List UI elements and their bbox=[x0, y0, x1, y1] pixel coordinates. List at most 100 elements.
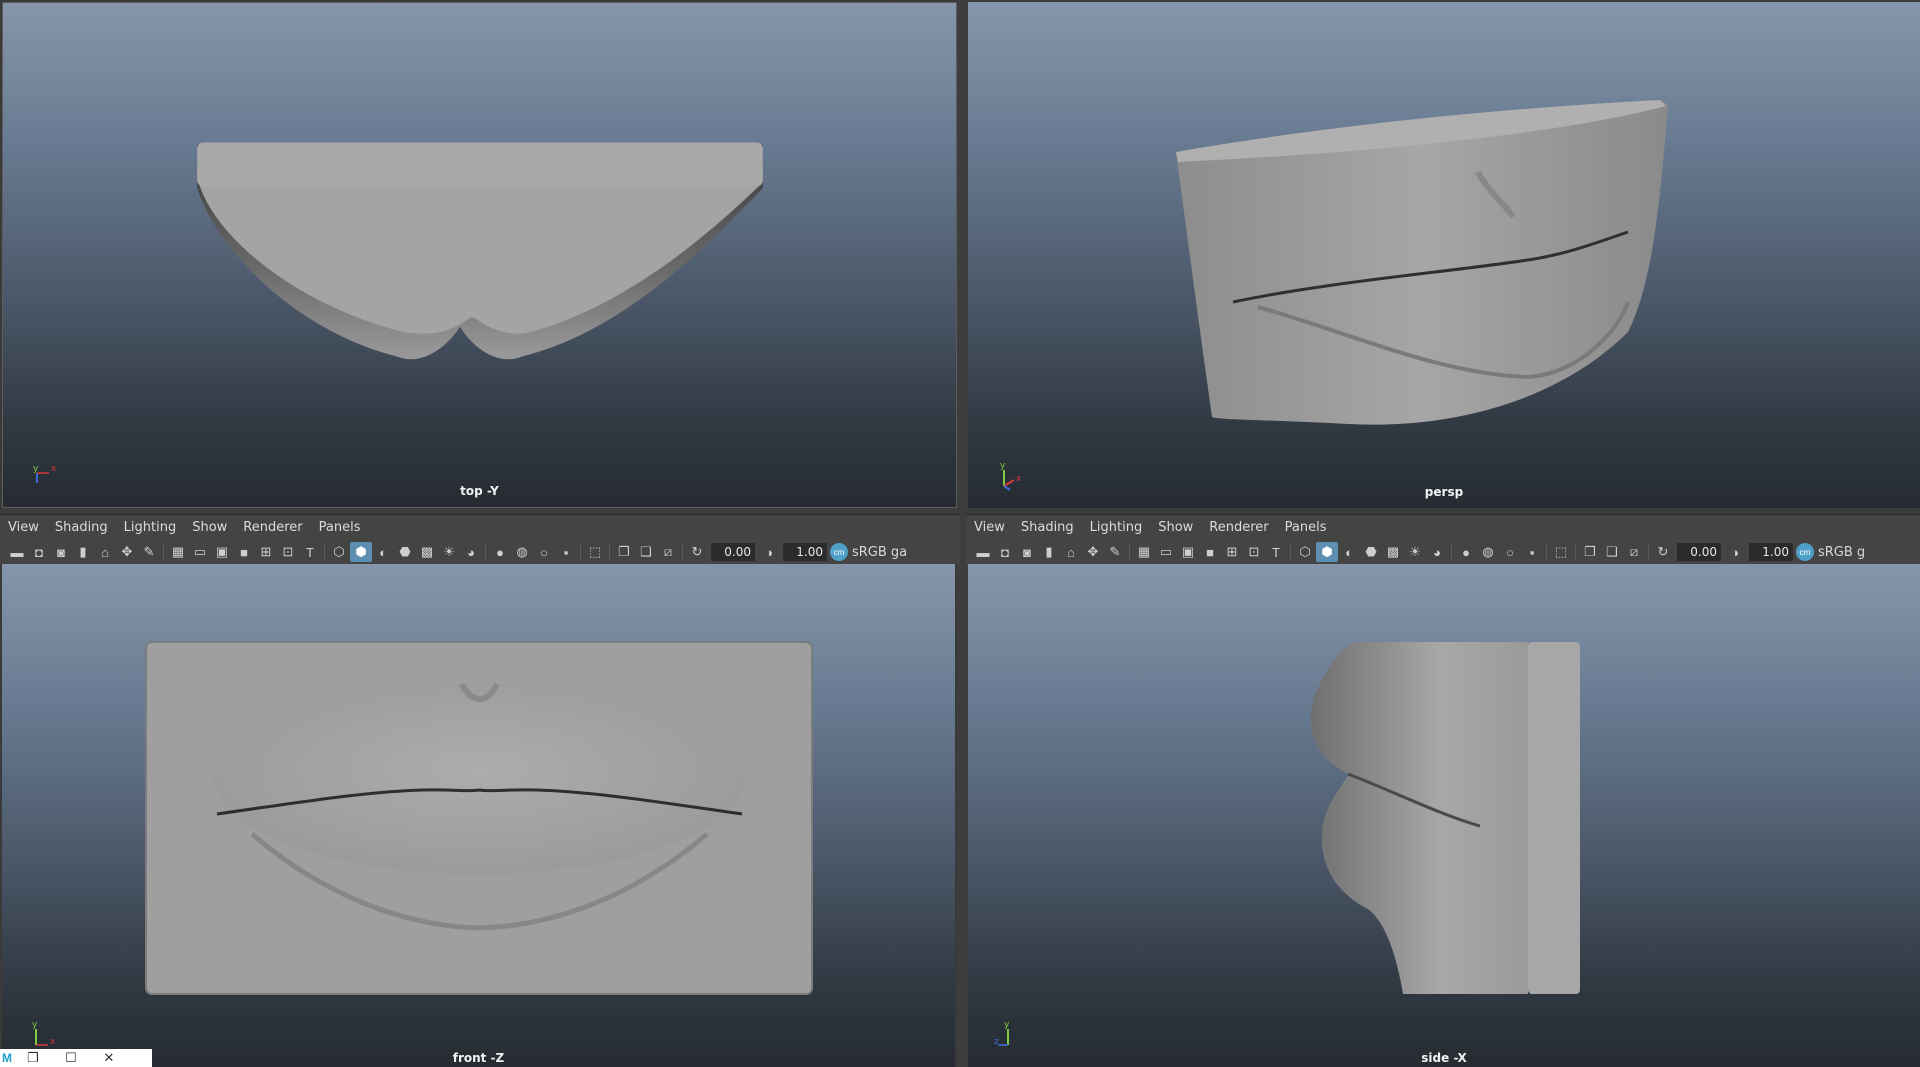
camera-icon[interactable]: ▬ bbox=[6, 542, 28, 562]
grease-pencil-icon[interactable]: ✎ bbox=[138, 542, 160, 562]
menu-show[interactable]: Show bbox=[1158, 520, 1193, 535]
close-icon[interactable]: ✕ bbox=[90, 1049, 128, 1067]
xray-joints-icon[interactable]: ❑ bbox=[1601, 542, 1623, 562]
safe-action-icon[interactable]: ⊡ bbox=[1243, 542, 1265, 562]
menu-lighting[interactable]: Lighting bbox=[1090, 520, 1143, 535]
2d-pan-zoom-icon[interactable]: ✥ bbox=[1082, 542, 1104, 562]
menu-renderer[interactable]: Renderer bbox=[243, 520, 302, 535]
lights-icon[interactable]: ☀ bbox=[1404, 542, 1426, 562]
safe-action-icon[interactable]: ⊡ bbox=[277, 542, 299, 562]
restore-icon[interactable]: ❐ bbox=[14, 1049, 52, 1067]
smooth-shade-icon[interactable]: ⬢ bbox=[350, 542, 372, 562]
wireframe-on-shaded-icon[interactable]: ⬣ bbox=[394, 542, 416, 562]
select-camera-icon[interactable]: ◘ bbox=[28, 542, 50, 562]
toolbar-separator bbox=[1451, 544, 1452, 560]
viewport-top[interactable]: y x top -Y bbox=[2, 2, 957, 508]
toolbar-separator bbox=[163, 544, 164, 560]
resolution-gate-icon[interactable]: ▣ bbox=[1177, 542, 1199, 562]
menu-shading[interactable]: Shading bbox=[55, 520, 108, 535]
color-management-icon[interactable]: cm bbox=[830, 543, 848, 561]
safe-title-icon[interactable]: T bbox=[1265, 542, 1287, 562]
colorspace-label[interactable]: sRGB ga bbox=[852, 545, 907, 560]
shadows-icon[interactable]: ◕ bbox=[460, 542, 482, 562]
color-management-icon[interactable]: cm bbox=[1796, 543, 1814, 561]
menu-shading[interactable]: Shading bbox=[1021, 520, 1074, 535]
bookmark-icon[interactable]: ▮ bbox=[1038, 542, 1060, 562]
depth-of-field-icon[interactable]: ▪ bbox=[555, 542, 577, 562]
default-material-icon[interactable]: ◐ bbox=[1338, 542, 1360, 562]
safe-title-icon[interactable]: T bbox=[299, 542, 321, 562]
gamma-icon[interactable]: ◑ bbox=[1724, 542, 1746, 562]
svg-text:x: x bbox=[51, 464, 57, 474]
anti-alias-icon[interactable]: ○ bbox=[1499, 542, 1521, 562]
lock-camera-icon[interactable]: ◙ bbox=[1016, 542, 1038, 562]
isolate-select-icon[interactable]: ⬚ bbox=[584, 542, 606, 562]
exposure-field[interactable]: 0.00 bbox=[1677, 543, 1721, 561]
grid-icon[interactable]: ▦ bbox=[167, 542, 189, 562]
backface-icon[interactable]: ⧄ bbox=[1623, 542, 1645, 562]
default-material-icon[interactable]: ◐ bbox=[372, 542, 394, 562]
film-gate-icon[interactable]: ▭ bbox=[1155, 542, 1177, 562]
smooth-shade-icon[interactable]: ⬢ bbox=[1316, 542, 1338, 562]
depth-of-field-icon[interactable]: ▪ bbox=[1521, 542, 1543, 562]
anti-alias-icon[interactable]: ○ bbox=[533, 542, 555, 562]
screen-space-ao-icon[interactable]: ● bbox=[489, 542, 511, 562]
textured-icon[interactable]: ▩ bbox=[1382, 542, 1404, 562]
wireframe-on-shaded-icon[interactable]: ⬣ bbox=[1360, 542, 1382, 562]
model-side-view bbox=[1310, 642, 1580, 994]
lights-icon[interactable]: ☀ bbox=[438, 542, 460, 562]
motion-blur-icon[interactable]: ◍ bbox=[1477, 542, 1499, 562]
wireframe-icon[interactable]: ⬡ bbox=[328, 542, 350, 562]
viewport-persp[interactable]: y x persp bbox=[968, 2, 1920, 508]
exposure-icon[interactable]: ↻ bbox=[1652, 542, 1674, 562]
colorspace-label[interactable]: sRGB g bbox=[1818, 545, 1865, 560]
panel-icon-bar: ▬ ◘ ◙ ▮ ⌂ ✥ ✎ ▦ ▭ ▣ ■ ⊞ ⊡ T ⬡ ⬢ ◐ ⬣ ▩ ☀ … bbox=[0, 539, 960, 565]
film-gate-icon[interactable]: ▭ bbox=[189, 542, 211, 562]
menu-panels[interactable]: Panels bbox=[319, 520, 361, 535]
toolbar-separator bbox=[580, 544, 581, 560]
viewport-side[interactable]: y z side -X bbox=[968, 564, 1920, 1067]
exposure-icon[interactable]: ↻ bbox=[686, 542, 708, 562]
grease-pencil-icon[interactable]: ✎ bbox=[1104, 542, 1126, 562]
image-plane-icon[interactable]: ⌂ bbox=[94, 542, 116, 562]
select-camera-icon[interactable]: ◘ bbox=[994, 542, 1016, 562]
maximize-icon[interactable]: ☐ bbox=[52, 1049, 90, 1067]
resolution-gate-icon[interactable]: ▣ bbox=[211, 542, 233, 562]
toolbar-separator bbox=[609, 544, 610, 560]
camera-icon[interactable]: ▬ bbox=[972, 542, 994, 562]
image-plane-icon[interactable]: ⌂ bbox=[1060, 542, 1082, 562]
motion-blur-icon[interactable]: ◍ bbox=[511, 542, 533, 562]
menu-show[interactable]: Show bbox=[192, 520, 227, 535]
grid-icon[interactable]: ▦ bbox=[1133, 542, 1155, 562]
shadows-icon[interactable]: ◕ bbox=[1426, 542, 1448, 562]
bookmark-icon[interactable]: ▮ bbox=[72, 542, 94, 562]
menu-lighting[interactable]: Lighting bbox=[124, 520, 177, 535]
xray-icon[interactable]: ❐ bbox=[1579, 542, 1601, 562]
wireframe-icon[interactable]: ⬡ bbox=[1294, 542, 1316, 562]
menu-view[interactable]: View bbox=[8, 520, 39, 535]
gate-mask-icon[interactable]: ■ bbox=[233, 542, 255, 562]
field-chart-icon[interactable]: ⊞ bbox=[1221, 542, 1243, 562]
screen-space-ao-icon[interactable]: ● bbox=[1455, 542, 1477, 562]
xray-joints-icon[interactable]: ❑ bbox=[635, 542, 657, 562]
gamma-field[interactable]: 1.00 bbox=[783, 543, 827, 561]
viewport-front[interactable]: y x front -Z bbox=[2, 564, 955, 1067]
xray-icon[interactable]: ❐ bbox=[613, 542, 635, 562]
field-chart-icon[interactable]: ⊞ bbox=[255, 542, 277, 562]
maya-icon[interactable]: M bbox=[0, 1049, 14, 1067]
backface-icon[interactable]: ⧄ bbox=[657, 542, 679, 562]
gamma-icon[interactable]: ◑ bbox=[758, 542, 780, 562]
model-top-view bbox=[197, 142, 763, 360]
isolate-select-icon[interactable]: ⬚ bbox=[1550, 542, 1572, 562]
menu-view[interactable]: View bbox=[974, 520, 1005, 535]
textured-icon[interactable]: ▩ bbox=[416, 542, 438, 562]
gate-mask-icon[interactable]: ■ bbox=[1199, 542, 1221, 562]
2d-pan-zoom-icon[interactable]: ✥ bbox=[116, 542, 138, 562]
lock-camera-icon[interactable]: ◙ bbox=[50, 542, 72, 562]
menu-panels[interactable]: Panels bbox=[1285, 520, 1327, 535]
svg-text:x: x bbox=[50, 1037, 56, 1047]
gamma-field[interactable]: 1.00 bbox=[1749, 543, 1793, 561]
panel-toolbar-right: View Shading Lighting Show Renderer Pane… bbox=[966, 514, 1920, 564]
menu-renderer[interactable]: Renderer bbox=[1209, 520, 1268, 535]
exposure-field[interactable]: 0.00 bbox=[711, 543, 755, 561]
